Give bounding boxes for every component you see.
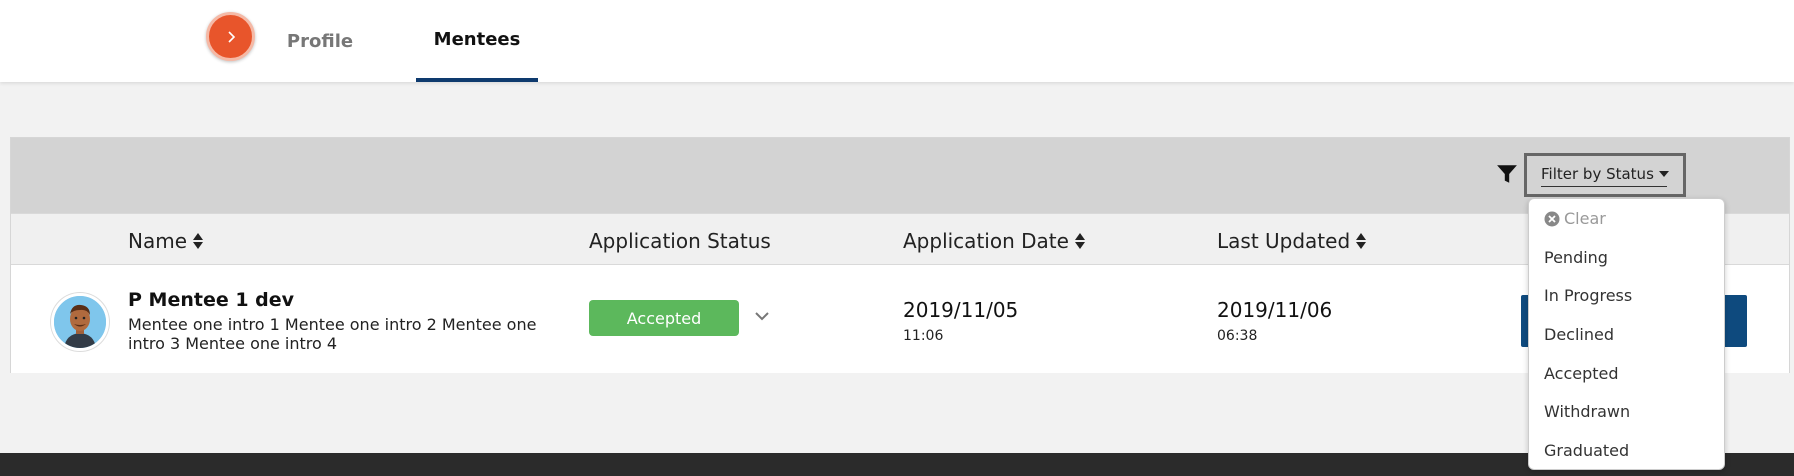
column-header-last-updated[interactable]: Last Updated xyxy=(1217,229,1367,253)
filter-option-in-progress[interactable]: In Progress xyxy=(1544,286,1632,305)
column-header-label: Last Updated xyxy=(1217,229,1351,253)
filter-option-accepted[interactable]: Accepted xyxy=(1544,364,1619,383)
filter-by-status-select[interactable]: Filter by Status xyxy=(1524,153,1686,197)
filter-option-withdrawn[interactable]: Withdrawn xyxy=(1544,402,1630,421)
column-header-label: Application Date xyxy=(903,229,1069,253)
column-header-application-date[interactable]: Application Date xyxy=(903,229,1085,253)
filter-option-declined[interactable]: Declined xyxy=(1544,325,1614,344)
tab-profile[interactable]: Profile xyxy=(280,0,360,82)
status-badge[interactable]: Accepted xyxy=(589,300,739,336)
expand-sidebar-button[interactable] xyxy=(206,12,255,61)
sort-icon xyxy=(193,232,204,250)
chevron-right-icon xyxy=(227,30,235,43)
last-updated-date: 2019/11/06 xyxy=(1217,298,1333,322)
column-header-name[interactable]: Name xyxy=(128,229,204,253)
filter-option-graduated[interactable]: Graduated xyxy=(1544,441,1629,460)
filter-select-label: Filter by Status xyxy=(1541,165,1667,187)
sort-icon xyxy=(1356,232,1367,250)
avatar-illustration xyxy=(54,296,106,348)
chevron-down-icon[interactable] xyxy=(751,305,773,327)
filter-option-clear[interactable]: Clear xyxy=(1544,209,1606,228)
mentee-intro: Mentee one intro 1 Mentee one intro 2 Me… xyxy=(128,315,537,353)
table-header: Name Application Status Application Date… xyxy=(11,213,1789,265)
application-date: 2019/11/05 xyxy=(903,298,1019,322)
status-filter-dropdown: Clear Pending In Progress Declined Accep… xyxy=(1528,198,1725,470)
filter-option-pending[interactable]: Pending xyxy=(1544,248,1608,267)
column-header-label: Application Status xyxy=(589,229,771,253)
column-header-label: Name xyxy=(128,229,188,253)
top-navigation: Profile Mentees xyxy=(0,0,1794,82)
filter-bar: Filter by Status xyxy=(11,138,1789,213)
caret-down-icon xyxy=(1659,171,1669,177)
avatar xyxy=(51,293,109,351)
filter-icon xyxy=(1497,165,1517,183)
column-header-application-status: Application Status xyxy=(589,229,771,253)
tab-mentees[interactable]: Mentees xyxy=(416,0,538,82)
table-row: P Mentee 1 dev Mentee one intro 1 Mentee… xyxy=(11,265,1789,373)
clear-circle-icon xyxy=(1544,211,1560,226)
filter-option-label: Clear xyxy=(1564,209,1606,228)
application-time: 11:06 xyxy=(903,328,944,344)
mentee-name: P Mentee 1 dev xyxy=(128,289,295,311)
mentees-panel: Filter by Status Name Application Status… xyxy=(10,137,1790,373)
sort-icon xyxy=(1074,232,1085,250)
last-updated-time: 06:38 xyxy=(1217,328,1258,344)
footer-bar xyxy=(0,453,1794,476)
